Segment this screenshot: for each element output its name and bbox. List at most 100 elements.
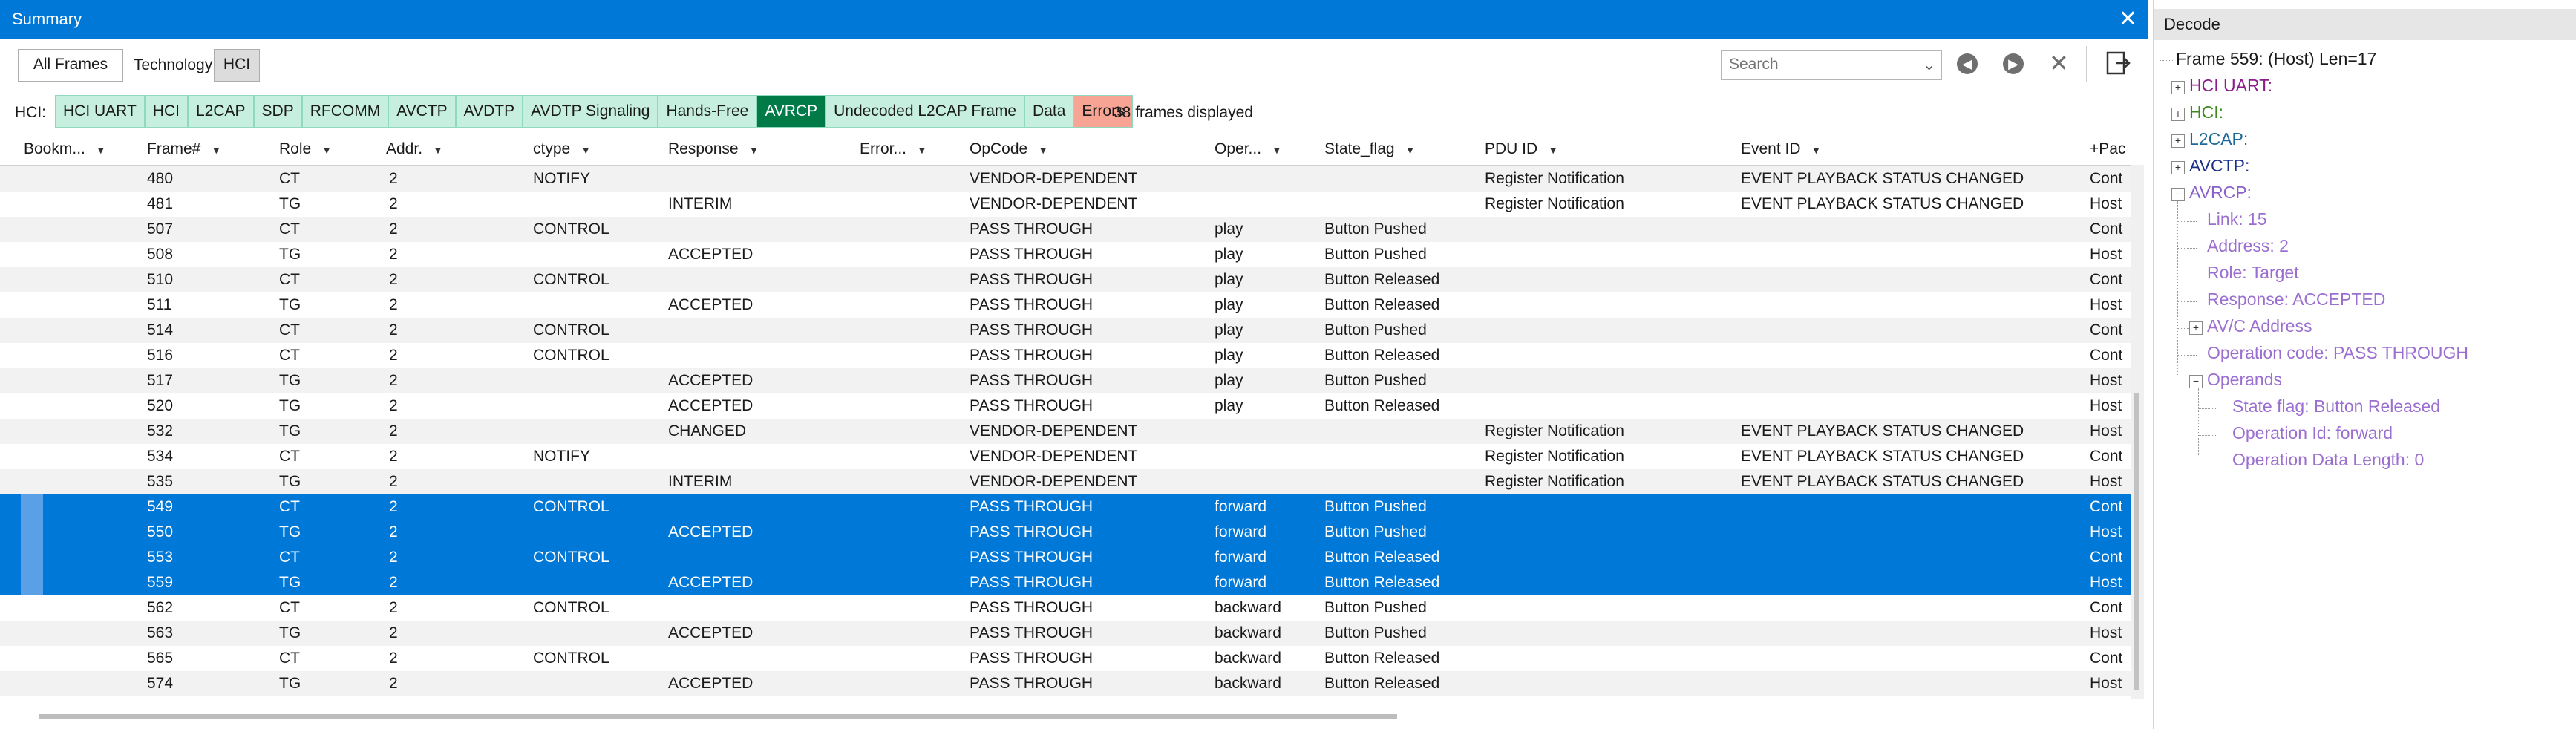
protocol-filter-hci-uart[interactable]: HCI UART bbox=[55, 95, 145, 128]
table-row[interactable]: 517 TG 2 ACCEPTED PASS THROUGH play Button Pus… bbox=[0, 368, 2131, 393]
table-row[interactable]: 565 CT 2 CONTROL PASS THROUGH backward Button … bbox=[0, 646, 2131, 671]
table-row[interactable]: 574 TG 2 ACCEPTED PASS THROUGH backward Button… bbox=[0, 671, 2131, 696]
table-row[interactable]: 532 TG 2 CHANGED VENDOR-DEPENDENT Register No… bbox=[0, 419, 2131, 444]
cell-pac: Host bbox=[2090, 246, 2122, 263]
column-header-bookmark[interactable]: Bookm... ▼ bbox=[24, 134, 135, 165]
column-header-event-id[interactable]: Event ID ▼ bbox=[1741, 134, 2090, 165]
protocol-filter-undecoded-l2cap-frame[interactable]: Undecoded L2CAP Frame bbox=[826, 95, 1025, 128]
expand-toggle-icon[interactable]: − bbox=[2189, 375, 2203, 388]
vertical-scrollbar-thumb[interactable] bbox=[2134, 393, 2139, 690]
next-result-icon[interactable]: ▶ bbox=[2003, 53, 2024, 74]
decode-node-avctp[interactable]: AVCTP: bbox=[2189, 156, 2249, 176]
cell-opcode: VENDOR-DEPENDENT bbox=[970, 195, 1138, 212]
expand-toggle-icon[interactable]: + bbox=[2171, 81, 2185, 94]
cell-addr: 2 bbox=[389, 473, 398, 490]
cell-oper: play bbox=[1215, 271, 1243, 288]
horizontal-scrollbar-thumb[interactable] bbox=[39, 714, 1397, 719]
cell-opcode: PASS THROUGH bbox=[970, 220, 1094, 238]
protocol-filter-rfcomm[interactable]: RFCOMM bbox=[301, 95, 389, 128]
chevron-down-icon[interactable]: ⌄ bbox=[1923, 56, 1935, 74]
table-row[interactable]: 550 TG 2 ACCEPTED PASS THROUGH forward Button … bbox=[0, 520, 2131, 545]
table-row[interactable]: 535 TG 2 INTERIM VENDOR-DEPENDENT Register No… bbox=[0, 469, 2131, 494]
expand-toggle-icon[interactable]: + bbox=[2171, 134, 2185, 148]
selection-marker bbox=[21, 520, 43, 545]
tree-line bbox=[2177, 355, 2197, 356]
expand-toggle-icon[interactable]: − bbox=[2171, 188, 2185, 201]
export-icon[interactable] bbox=[2105, 50, 2131, 76]
decode-avrcp-field[interactable]: Link: 15 bbox=[2207, 209, 2267, 229]
technology-value[interactable]: HCI bbox=[214, 49, 260, 82]
column-header-pdu-id[interactable]: PDU ID ▼ bbox=[1485, 134, 1722, 165]
table-row[interactable]: 534 CT 2 NOTIFY VENDOR-DEPENDENT Register Not… bbox=[0, 444, 2131, 469]
decode-avrcp-field[interactable]: Response: ACCEPTED bbox=[2207, 290, 2385, 310]
previous-result-icon[interactable]: ◀ bbox=[1957, 53, 1978, 74]
column-header-state-flag[interactable]: State_flag ▼ bbox=[1324, 134, 1473, 165]
table-row[interactable]: 511 TG 2 ACCEPTED PASS THROUGH play Button Rel… bbox=[0, 292, 2131, 318]
protocol-filter-hands-free[interactable]: Hands-Free bbox=[658, 95, 757, 128]
close-icon[interactable]: ✕ bbox=[2119, 0, 2137, 39]
column-header-error[interactable]: Error... ▼ bbox=[860, 134, 964, 165]
column-header-addr[interactable]: Addr. ▼ bbox=[386, 134, 520, 165]
cell-state: Button Pushed bbox=[1324, 246, 1427, 263]
decode-node-l2cap[interactable]: L2CAP: bbox=[2189, 129, 2248, 149]
decode-operand-field[interactable]: State flag: Button Released bbox=[2232, 396, 2440, 416]
cell-oper: forward bbox=[1215, 574, 1267, 591]
cell-role: TG bbox=[279, 473, 301, 490]
protocol-filter-avdtp[interactable]: AVDTP bbox=[455, 95, 523, 128]
table-row[interactable]: 553 CT 2 CONTROL PASS THROUGH forward Button R… bbox=[0, 545, 2131, 570]
expand-toggle-icon[interactable]: + bbox=[2171, 161, 2185, 174]
cell-frame: 562 bbox=[147, 599, 174, 616]
clear-search-icon[interactable]: ✕ bbox=[2049, 50, 2069, 76]
decode-node-hci[interactable]: HCI: bbox=[2189, 102, 2223, 122]
chevron-down-icon: ▼ bbox=[95, 144, 106, 156]
table-row[interactable]: 508 TG 2 ACCEPTED PASS THROUGH play Button Pus… bbox=[0, 242, 2131, 267]
cell-addr: 2 bbox=[389, 448, 398, 465]
table-row[interactable]: 516 CT 2 CONTROL PASS THROUGH play Button Rele… bbox=[0, 343, 2131, 368]
protocol-filter-avctp[interactable]: AVCTP bbox=[388, 95, 456, 128]
search-box[interactable]: ⌄ bbox=[1721, 50, 1942, 80]
table-row[interactable]: 559 TG 2 ACCEPTED PASS THROUGH forward Button … bbox=[0, 570, 2131, 595]
table-row[interactable]: 480 CT 2 NOTIFY VENDOR-DEPENDENT Register Not… bbox=[0, 166, 2131, 192]
decode-avrcp-field[interactable]: AV/C Address bbox=[2207, 316, 2312, 336]
search-input[interactable] bbox=[1727, 51, 1909, 78]
decode-node-avrcp[interactable]: AVRCP: bbox=[2189, 183, 2252, 203]
table-row[interactable]: 549 CT 2 CONTROL PASS THROUGH forward Button P… bbox=[0, 494, 2131, 520]
table-row[interactable]: 562 CT 2 CONTROL PASS THROUGH backward Button … bbox=[0, 595, 2131, 621]
tree-line bbox=[2198, 408, 2217, 409]
column-header-role[interactable]: Role ▼ bbox=[279, 134, 376, 165]
table-row[interactable]: 520 TG 2 ACCEPTED PASS THROUGH play Button Rel… bbox=[0, 393, 2131, 419]
column-header-packet[interactable]: +Pac bbox=[2090, 134, 2131, 165]
decode-avrcp-field[interactable]: Operands bbox=[2207, 370, 2282, 390]
table-row[interactable]: 514 CT 2 CONTROL PASS THROUGH play Button Push… bbox=[0, 318, 2131, 343]
protocol-filter-hci[interactable]: HCI bbox=[144, 95, 188, 128]
column-header-ctype[interactable]: ctype ▼ bbox=[533, 134, 659, 165]
cell-response: ACCEPTED bbox=[668, 675, 753, 692]
protocol-filter-l2cap[interactable]: L2CAP bbox=[187, 95, 254, 128]
decode-avrcp-field[interactable]: Address: 2 bbox=[2207, 236, 2289, 256]
decode-operand-field[interactable]: Operation Data Length: 0 bbox=[2232, 450, 2424, 470]
column-header-response[interactable]: Response ▼ bbox=[668, 134, 846, 165]
table-row[interactable]: 510 CT 2 CONTROL PASS THROUGH play Button Rele… bbox=[0, 267, 2131, 292]
cell-response: ACCEPTED bbox=[668, 523, 753, 540]
table-row[interactable]: 481 TG 2 INTERIM VENDOR-DEPENDENT Register No… bbox=[0, 192, 2131, 217]
cell-addr: 2 bbox=[389, 422, 398, 439]
decode-operand-field[interactable]: Operation Id: forward bbox=[2232, 423, 2393, 443]
cell-frame: 481 bbox=[147, 195, 174, 212]
decode-node-hciuart[interactable]: HCI UART: bbox=[2189, 76, 2272, 96]
protocol-filter-avrcp[interactable]: AVRCP bbox=[756, 95, 826, 128]
table-row[interactable]: 563 TG 2 ACCEPTED PASS THROUGH backward Button… bbox=[0, 621, 2131, 646]
protocol-filter-avdtp-signaling[interactable]: AVDTP Signaling bbox=[523, 95, 658, 128]
all-frames-button[interactable]: All Frames bbox=[18, 49, 123, 82]
protocol-filter-data[interactable]: Data bbox=[1024, 95, 1074, 128]
protocol-filter-sdp[interactable]: SDP bbox=[253, 95, 302, 128]
cell-role: CT bbox=[279, 650, 300, 667]
decode-avrcp-field[interactable]: Role: Target bbox=[2207, 263, 2299, 283]
decode-avrcp-field[interactable]: Operation code: PASS THROUGH bbox=[2207, 343, 2468, 363]
table-row[interactable]: 507 CT 2 CONTROL PASS THROUGH play Button Push… bbox=[0, 217, 2131, 242]
expand-toggle-icon[interactable]: + bbox=[2171, 108, 2185, 121]
column-header-operation[interactable]: Oper... ▼ bbox=[1215, 134, 1318, 165]
column-header-frame[interactable]: Frame# ▼ bbox=[147, 134, 266, 165]
cell-ctype: NOTIFY bbox=[533, 170, 590, 187]
expand-toggle-icon[interactable]: + bbox=[2189, 321, 2203, 335]
column-header-opcode[interactable]: OpCode ▼ bbox=[970, 134, 1200, 165]
